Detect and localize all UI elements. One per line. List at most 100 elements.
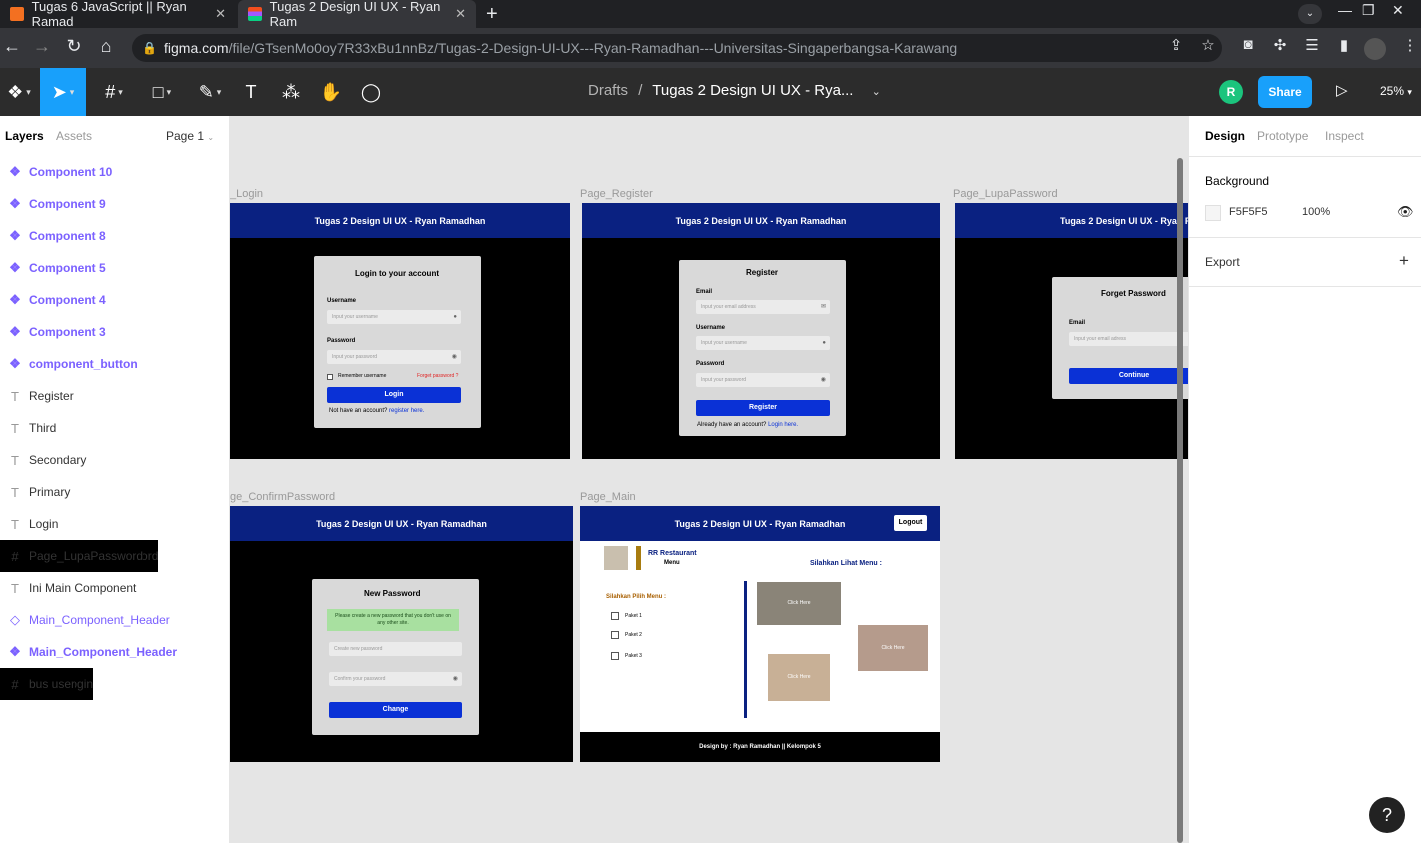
share-button[interactable]: Share <box>1258 76 1312 108</box>
layer-item[interactable]: T Third <box>0 412 229 444</box>
layer-item[interactable]: ❖ Component 9 <box>0 188 229 220</box>
design-canvas[interactable]: _Login Tugas 2 Design UI UX - Ryan Ramad… <box>230 116 1188 843</box>
browser-tab-1[interactable]: Tugas 6 JavaScript || Ryan Ramad ✕ <box>0 0 236 29</box>
share-page-icon[interactable]: ⇪ <box>1164 36 1188 54</box>
frame-label-main[interactable]: Page_Main <box>580 491 636 503</box>
paket-1-checkbox[interactable] <box>611 612 619 620</box>
extensions-icon[interactable]: ✣ <box>1268 36 1292 54</box>
layer-item[interactable]: T Secondary <box>0 444 229 476</box>
layer-item[interactable]: # Page_LupaPassword <box>0 540 144 572</box>
layer-item[interactable]: ❖ Component 8 <box>0 220 229 252</box>
new-password-input[interactable]: Create new password <box>329 642 462 656</box>
chevron-down-icon[interactable]: ⌄ <box>872 86 881 98</box>
background-opacity[interactable]: 100% <box>1302 206 1330 218</box>
present-play-icon[interactable]: ▷ <box>1336 81 1348 99</box>
resources-icon[interactable]: ⁂ <box>272 68 310 116</box>
breadcrumb-drafts[interactable]: Drafts <box>588 82 628 99</box>
menu-dots-icon[interactable]: ⋮ <box>1398 36 1421 54</box>
hand-tool-icon[interactable]: ✋ <box>312 68 350 116</box>
reload-icon[interactable]: ↻ <box>62 36 86 57</box>
layer-item[interactable]: T Login <box>0 508 229 540</box>
tab-inspect[interactable]: Inspect <box>1325 129 1364 143</box>
logout-button[interactable]: Logout <box>894 515 927 531</box>
remember-checkbox[interactable] <box>327 374 333 380</box>
frame-label-confirm[interactable]: ge_ConfirmPassword <box>230 491 335 503</box>
text-tool-icon[interactable]: T <box>232 68 270 116</box>
frame-page-register[interactable]: Tugas 2 Design UI UX - Ryan Ramadhan Reg… <box>582 203 940 459</box>
paket-3-checkbox[interactable] <box>611 652 619 660</box>
browser-tab-2[interactable]: Tugas 2 Design UI UX - Ryan Ram ✕ <box>238 0 476 29</box>
back-icon[interactable]: ← <box>0 36 24 57</box>
home-icon[interactable]: ⌂ <box>94 36 118 57</box>
login-button[interactable]: Login <box>327 387 461 403</box>
change-button[interactable]: Change <box>329 702 462 718</box>
login-link[interactable]: Login here. <box>768 422 798 428</box>
frame-page-login[interactable]: Tugas 2 Design UI UX - Ryan Ramadhan Log… <box>230 203 570 459</box>
frame-page-main[interactable]: Tugas 2 Design UI UX - Ryan Ramadhan Log… <box>580 506 940 762</box>
main-menu-icon[interactable]: ❖ ▾ <box>0 68 38 116</box>
paket-2-checkbox[interactable] <box>611 631 619 639</box>
username-input[interactable]: Input your username ● <box>696 336 830 350</box>
layer-item[interactable]: ◇ Main_Component_Header <box>0 604 229 636</box>
layer-item[interactable]: ❖ Component 3 <box>0 316 229 348</box>
add-export-icon[interactable]: + <box>1399 251 1409 271</box>
username-input[interactable]: Input your username ● <box>327 310 461 324</box>
canvas-scrollbar[interactable] <box>1177 158 1183 843</box>
sidebar-icon[interactable]: ▮ <box>1332 36 1356 54</box>
bookmark-star-icon[interactable]: ☆ <box>1196 36 1220 54</box>
confirm-password-input[interactable]: Confirm your password ◉ <box>329 672 462 686</box>
url-field[interactable]: 🔒 figma.com/file/GTsenMo0oy7R33xBu1nnBz/… <box>132 34 1222 62</box>
register-link[interactable]: register here. <box>389 408 424 414</box>
register-button[interactable]: Register <box>696 400 830 416</box>
forward-icon[interactable]: → <box>30 36 54 57</box>
password-input[interactable]: Input your password ◉ <box>327 350 461 364</box>
layer-item[interactable]: T Primary <box>0 476 229 508</box>
tab-assets[interactable]: Assets <box>56 129 92 143</box>
tab-prototype[interactable]: Prototype <box>1257 129 1308 143</box>
tab-design[interactable]: Design <box>1205 129 1245 143</box>
reading-list-icon[interactable]: ☰ <box>1300 36 1324 54</box>
frame-page-lupa-password[interactable]: Tugas 2 Design UI UX - Ryan Ram Forget P… <box>955 203 1188 459</box>
close-tab-icon[interactable]: ✕ <box>215 6 226 22</box>
frame-label-login[interactable]: _Login <box>230 188 263 200</box>
layer-item[interactable]: ❖ component_button <box>0 348 229 380</box>
password-input[interactable]: Input your password ◉ <box>696 373 830 387</box>
page-selector[interactable]: Page 1 ⌄ <box>166 129 214 143</box>
help-button[interactable]: ? <box>1369 797 1405 833</box>
close-tab-icon[interactable]: ✕ <box>455 6 466 22</box>
layer-item[interactable]: ❖ Component 10 <box>0 156 229 188</box>
layer-item[interactable]: T Register <box>0 380 229 412</box>
pen-tool-icon[interactable]: ✎ ▾ <box>188 68 232 116</box>
close-window-icon[interactable]: ✕ <box>1392 2 1404 19</box>
forgot-password-link[interactable]: Forget password ? <box>417 373 458 379</box>
email-input[interactable]: Input your email address ✉ <box>696 300 830 314</box>
menu-image-3[interactable]: Click Here <box>768 654 830 701</box>
background-hex[interactable]: F5F5F5 <box>1229 206 1268 218</box>
menu-image-2[interactable]: Click Here <box>858 625 928 671</box>
layer-item[interactable]: # bus user <box>0 668 76 700</box>
zoom-dropdown[interactable]: 25% ▾ <box>1380 84 1412 98</box>
frame-label-lupa[interactable]: Page_LupaPassword <box>953 188 1058 200</box>
frame-tool-icon[interactable]: # ▾ <box>92 68 136 116</box>
layer-item[interactable]: ❖ Main_Component_Header <box>0 636 229 668</box>
background-swatch[interactable] <box>1205 205 1221 221</box>
move-tool-icon[interactable]: ➤ ▾ <box>40 68 86 116</box>
menu-image-1[interactable]: Click Here <box>757 582 841 625</box>
layer-item[interactable]: T Ini Main Component <box>0 572 229 604</box>
minimize-icon[interactable]: — <box>1338 2 1352 18</box>
screenshot-icon[interactable]: ◙ <box>1236 36 1260 53</box>
email-input[interactable]: Input your email adress <box>1069 332 1188 346</box>
layer-item[interactable]: ❖ Component 5 <box>0 252 229 284</box>
frame-label-register[interactable]: Page_Register <box>580 188 653 200</box>
continue-button[interactable]: Continue <box>1069 368 1188 384</box>
shape-tool-icon[interactable]: □ ▾ <box>140 68 184 116</box>
frame-page-confirm-password[interactable]: Tugas 2 Design UI UX - Ryan Ramadhan New… <box>230 506 573 762</box>
comment-tool-icon[interactable]: ◯ <box>352 68 390 116</box>
restore-icon[interactable]: ❐ <box>1362 2 1375 19</box>
tab-layers[interactable]: Layers <box>5 129 44 143</box>
avatar[interactable]: R <box>1219 80 1243 104</box>
layer-item[interactable]: ❖ Component 4 <box>0 284 229 316</box>
profile-avatar[interactable] <box>1364 38 1386 60</box>
new-tab-icon[interactable]: + <box>486 3 498 26</box>
eye-visibility-icon[interactable]: 👁 <box>1397 204 1414 220</box>
